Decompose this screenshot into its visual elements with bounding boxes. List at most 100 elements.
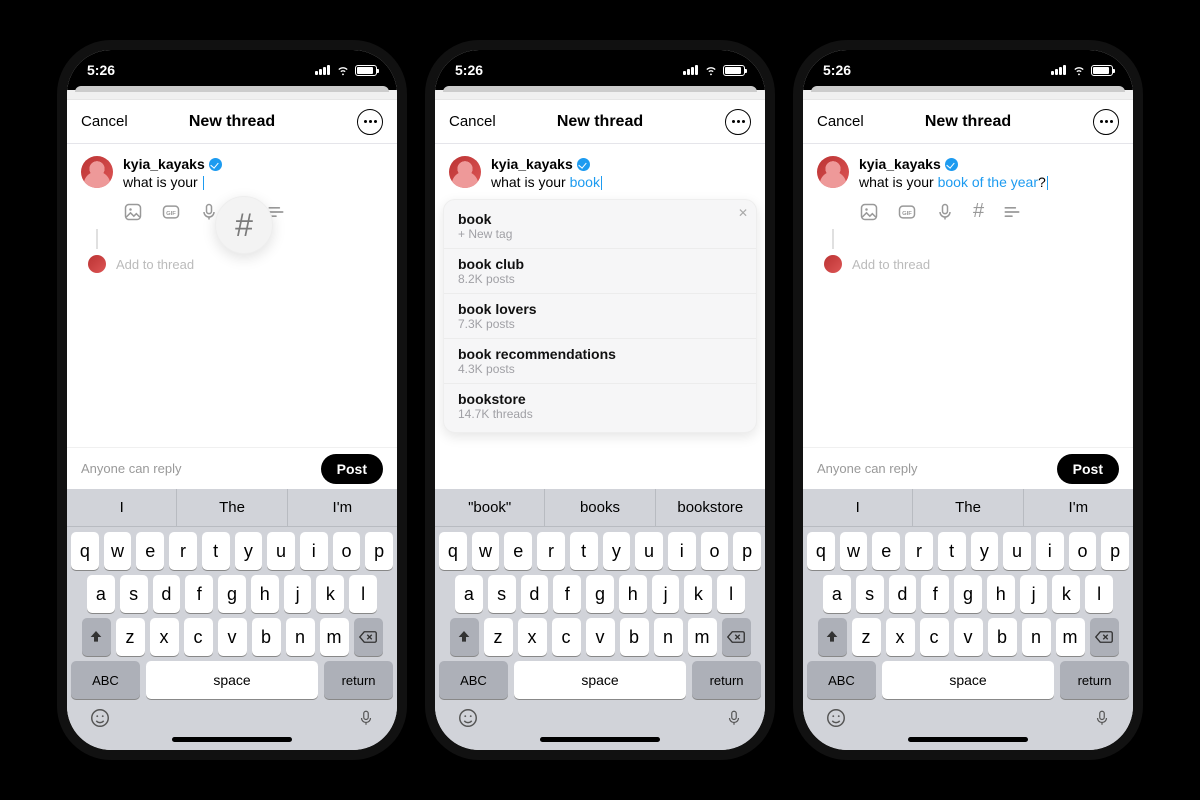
hash-icon[interactable]: # [973, 200, 984, 223]
gallery-icon[interactable] [123, 202, 143, 222]
gallery-icon[interactable] [859, 202, 879, 222]
delete-key[interactable] [354, 618, 383, 656]
key-m[interactable]: m [320, 618, 349, 656]
key-j[interactable]: j [1020, 575, 1048, 613]
mic-icon[interactable] [935, 202, 955, 222]
suggestion[interactable]: The [177, 489, 287, 526]
tag-suggestion[interactable]: bookstore14.7K threads [444, 384, 756, 428]
key-n[interactable]: n [654, 618, 683, 656]
key-u[interactable]: u [267, 532, 295, 570]
tag-suggestion[interactable]: book lovers7.3K posts [444, 294, 756, 339]
key-o[interactable]: o [1069, 532, 1097, 570]
key-m[interactable]: m [688, 618, 717, 656]
username[interactable]: kyia_kayaks [123, 156, 205, 172]
key-f[interactable]: f [921, 575, 949, 613]
key-h[interactable]: h [619, 575, 647, 613]
home-indicator[interactable] [908, 737, 1028, 742]
dictation-icon[interactable] [725, 707, 743, 729]
key-t[interactable]: t [938, 532, 966, 570]
abc-key[interactable]: ABC [439, 661, 508, 699]
avatar[interactable] [817, 156, 849, 188]
key-u[interactable]: u [635, 532, 663, 570]
key-z[interactable]: z [116, 618, 145, 656]
key-b[interactable]: b [252, 618, 281, 656]
key-t[interactable]: t [570, 532, 598, 570]
key-w[interactable]: w [104, 532, 132, 570]
key-v[interactable]: v [586, 618, 615, 656]
key-s[interactable]: s [856, 575, 884, 613]
emoji-icon[interactable] [457, 707, 479, 729]
key-l[interactable]: l [717, 575, 745, 613]
emoji-icon[interactable] [825, 707, 847, 729]
key-g[interactable]: g [218, 575, 246, 613]
key-k[interactable]: k [684, 575, 712, 613]
key-j[interactable]: j [652, 575, 680, 613]
key-l[interactable]: l [1085, 575, 1113, 613]
suggestion[interactable]: I'm [288, 489, 397, 526]
tag-suggestion[interactable]: book club8.2K posts [444, 249, 756, 294]
key-d[interactable]: d [521, 575, 549, 613]
key-o[interactable]: o [333, 532, 361, 570]
key-s[interactable]: s [120, 575, 148, 613]
space-key[interactable]: space [514, 661, 686, 699]
key-r[interactable]: r [905, 532, 933, 570]
delete-key[interactable] [722, 618, 751, 656]
key-g[interactable]: g [586, 575, 614, 613]
add-to-thread[interactable]: Add to thread [852, 257, 930, 272]
key-k[interactable]: k [1052, 575, 1080, 613]
key-p[interactable]: p [1101, 532, 1129, 570]
dictation-icon[interactable] [357, 707, 375, 729]
key-p[interactable]: p [733, 532, 761, 570]
key-v[interactable]: v [954, 618, 983, 656]
key-u[interactable]: u [1003, 532, 1031, 570]
key-l[interactable]: l [349, 575, 377, 613]
key-c[interactable]: c [920, 618, 949, 656]
emoji-icon[interactable] [89, 707, 111, 729]
key-y[interactable]: y [603, 532, 631, 570]
key-z[interactable]: z [484, 618, 513, 656]
key-i[interactable]: i [300, 532, 328, 570]
key-w[interactable]: w [472, 532, 500, 570]
tag-suggestion[interactable]: book+ New tag [444, 204, 756, 249]
abc-key[interactable]: ABC [71, 661, 140, 699]
more-button[interactable] [1093, 109, 1119, 135]
key-y[interactable]: y [971, 532, 999, 570]
key-j[interactable]: j [284, 575, 312, 613]
key-b[interactable]: b [620, 618, 649, 656]
username[interactable]: kyia_kayaks [859, 156, 941, 172]
avatar[interactable] [449, 156, 481, 188]
gif-icon[interactable]: GIF [897, 202, 917, 222]
audience-selector[interactable]: Anyone can reply [817, 461, 917, 476]
space-key[interactable]: space [146, 661, 318, 699]
key-s[interactable]: s [488, 575, 516, 613]
key-i[interactable]: i [1036, 532, 1064, 570]
suggestion[interactable]: bookstore [656, 489, 765, 526]
key-f[interactable]: f [185, 575, 213, 613]
audience-selector[interactable]: Anyone can reply [81, 461, 181, 476]
key-k[interactable]: k [316, 575, 344, 613]
key-f[interactable]: f [553, 575, 581, 613]
abc-key[interactable]: ABC [807, 661, 876, 699]
post-button[interactable]: Post [321, 454, 383, 484]
key-t[interactable]: t [202, 532, 230, 570]
key-z[interactable]: z [852, 618, 881, 656]
shift-key[interactable] [818, 618, 847, 656]
key-q[interactable]: q [71, 532, 99, 570]
key-x[interactable]: x [886, 618, 915, 656]
key-y[interactable]: y [235, 532, 263, 570]
key-v[interactable]: v [218, 618, 247, 656]
home-indicator[interactable] [540, 737, 660, 742]
tag-suggestion[interactable]: book recommendations4.3K posts [444, 339, 756, 384]
post-button[interactable]: Post [1057, 454, 1119, 484]
dictation-icon[interactable] [1093, 707, 1111, 729]
key-x[interactable]: x [150, 618, 179, 656]
key-g[interactable]: g [954, 575, 982, 613]
suggestion[interactable]: "book" [435, 489, 545, 526]
key-i[interactable]: i [668, 532, 696, 570]
compose-text[interactable]: what is your book [491, 174, 751, 190]
return-key[interactable]: return [1060, 661, 1129, 699]
key-d[interactable]: d [889, 575, 917, 613]
add-to-thread[interactable]: Add to thread [116, 257, 194, 272]
key-h[interactable]: h [251, 575, 279, 613]
key-c[interactable]: c [552, 618, 581, 656]
